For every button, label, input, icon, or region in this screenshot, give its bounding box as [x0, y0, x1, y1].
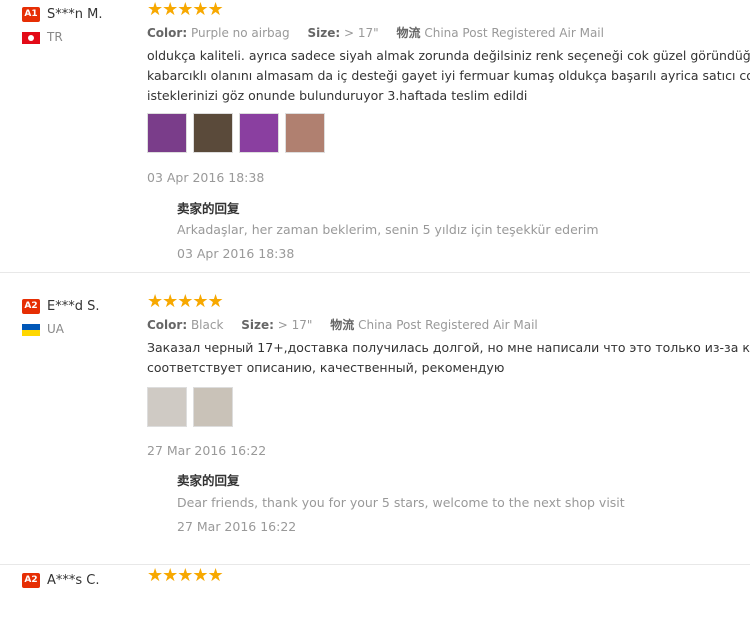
review-text-line: oldukça kaliteli. ayrıca sadece siyah al… [147, 48, 750, 63]
buyer-level-badge: A2 [22, 299, 40, 314]
review-date: 27 Mar 2016 16:22 [147, 443, 267, 458]
seller-reply-text: Dear friends, thank you for your 5 stars… [177, 495, 625, 510]
buyer-level-badge: A1 [22, 7, 40, 22]
ukraine-flag-icon [22, 323, 40, 336]
size-value: > 17" [277, 318, 313, 332]
review-text: Заказал черный 17+,доставка получилась д… [147, 338, 750, 378]
reviewer-country: TR [22, 30, 63, 44]
review-text-line: isteklerinizi göz onunde bulunduruyor 3.… [147, 88, 528, 103]
review-date: 03 Apr 2016 18:38 [147, 170, 265, 185]
review-text-line: соответствует описанию, качественный, ре… [147, 360, 505, 375]
reviewer-country: UA [22, 322, 64, 336]
review-photo-thumbnail[interactable] [147, 387, 187, 427]
reviewer: A2 E***d S. [22, 296, 99, 315]
color-label: Color: [147, 318, 188, 332]
review-photo-thumbnail[interactable] [193, 387, 233, 427]
star-rating: ★★★★★ [147, 565, 224, 586]
country-code: UA [47, 322, 64, 336]
reviewer-name[interactable]: S***n M. [47, 7, 102, 22]
reviewer: A1 S***n M. [22, 4, 102, 23]
seller-reply-title: 卖家的回复 [177, 201, 240, 216]
order-attributes: Color: Black Size: > 17" 物流 China Post R… [147, 316, 538, 333]
seller-reply-title: 卖家的回复 [177, 473, 240, 488]
review-item: A2 E***d S. UA ★★★★★ Color: Black Size: >… [0, 291, 750, 565]
shipping-value: China Post Registered Air Mail [358, 318, 538, 332]
review-item: A1 S***n M. TR ★★★★★ Color: Purple no air… [0, 0, 750, 273]
seller-reply-date: 27 Mar 2016 16:22 [177, 519, 297, 534]
seller-reply-text: Arkadaşlar, her zaman beklerim, senin 5 … [177, 222, 599, 237]
shipping-value: China Post Registered Air Mail [424, 26, 604, 40]
reviewer: A2 A***s C. [22, 570, 100, 589]
turkey-flag-icon [22, 31, 40, 44]
seller-reply-date: 03 Apr 2016 18:38 [177, 246, 295, 261]
order-attributes: Color: Purple no airbag Size: > 17" 物流 C… [147, 24, 604, 41]
review-item: A2 A***s C. ★★★★★ [0, 565, 750, 626]
country-code: TR [47, 30, 63, 44]
review-photo-thumbnail[interactable] [239, 113, 279, 153]
size-value: > 17" [343, 26, 379, 40]
size-label: Size: [241, 318, 274, 332]
review-photos [147, 113, 325, 153]
shipping-label: 物流 [330, 318, 355, 332]
reviewer-name[interactable]: E***d S. [47, 299, 99, 314]
star-rating: ★★★★★ [147, 291, 224, 312]
review-photos [147, 387, 233, 427]
review-photo-thumbnail[interactable] [285, 113, 325, 153]
size-label: Size: [307, 26, 341, 40]
review-photo-thumbnail[interactable] [147, 113, 187, 153]
shipping-label: 物流 [396, 26, 421, 40]
review-text-line: Заказал черный 17+,доставка получилась д… [147, 340, 750, 355]
buyer-level-badge: A2 [22, 573, 40, 588]
review-photo-thumbnail[interactable] [193, 113, 233, 153]
color-label: Color: [147, 26, 188, 40]
color-value: Black [190, 318, 224, 332]
color-value: Purple no airbag [190, 26, 290, 40]
star-rating: ★★★★★ [147, 0, 224, 20]
reviewer-name[interactable]: A***s C. [47, 573, 100, 588]
review-text-line: kabarcıklı olanını almasam da iç desteği… [147, 68, 750, 83]
review-text: oldukça kaliteli. ayrıca sadece siyah al… [147, 46, 750, 106]
